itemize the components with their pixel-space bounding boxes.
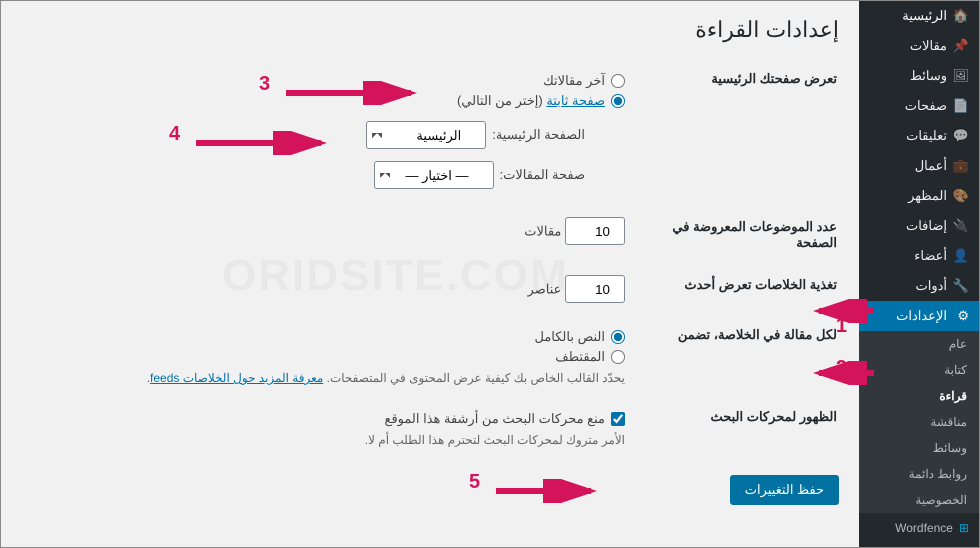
feed-items-input[interactable] [565,275,625,303]
wrench-icon: 🔧 [953,278,969,294]
feed-items-label: تغذية الخلاصات تعرض أحدث [637,265,837,313]
menu-label: إضافات [906,218,947,234]
sub-discussion[interactable]: مناقشة [859,409,979,435]
menu-posts[interactable]: 📌 مقالات [859,31,979,61]
postspage-select[interactable]: — اختيار — [374,161,494,189]
admin-sidebar: 🏠 الرئيسية 📌 مقالات 🖼 وسائط 📄 صفحات 💬 تعليقات… [859,1,979,547]
radio-summary-label: المقتطف [555,349,605,365]
save-button[interactable]: حفظ التغييرات [730,475,839,505]
menu-label: وسائط [910,68,947,84]
seo-discourage-checkbox[interactable] [611,412,625,426]
static-suffix: (إختر من التالي) [457,93,546,108]
settings-submenu: عام كتابة قراءة مناقشة وسائط روابط دائمة… [859,331,979,513]
radio-latest-label: آخر مقالاتك [543,73,605,89]
menu-label: تعليقات [906,128,947,144]
radio-latest-posts[interactable] [611,74,625,88]
menu-label: أعمال [915,158,947,174]
menu-label: الرئيسية [902,8,947,24]
sub-reading[interactable]: قراءة [859,383,979,409]
posts-per-page-input[interactable] [565,217,625,245]
feed-description: يحدّد القالب الخاص بك كيفية عرض المحتوى … [33,371,625,385]
menu-plugins[interactable]: 🔌 إضافات [859,211,979,241]
seo-checkbox-label: منع محركات البحث من أرشفة هذا الموقع [385,411,605,427]
radio-summary[interactable] [611,350,625,364]
posts-per-page-label: عدد الموضوعات المعروضة في الصفحة [637,207,837,263]
menu-label: أدوات [915,278,947,294]
page-icon: 📄 [953,98,969,114]
gear-icon: ⚙ [953,308,969,324]
menu-dashboard[interactable]: 🏠 الرئيسية [859,1,979,31]
page-title: إعدادات القراءة [21,17,839,43]
static-link[interactable]: صفحة ثابتة [546,93,605,108]
dashboard-icon: 🏠 [953,8,969,24]
menu-appearance[interactable]: 🎨 المظهر [859,181,979,211]
menu-label: أعضاء [914,248,947,264]
sub-general[interactable]: عام [859,331,979,357]
briefcase-icon: 💼 [953,158,969,174]
menu-label: مقالات [910,38,947,54]
plugin-icon: 🔌 [953,218,969,234]
radio-static-label: صفحة ثابتة (إختر من التالي) [457,93,605,109]
user-icon: 👤 [953,248,969,264]
unit-label: عناصر [528,282,562,297]
homepage-select-label: الصفحة الرئيسية: [492,127,585,143]
menu-users[interactable]: 👤 أعضاء [859,241,979,271]
homepage-displays-label: تعرض صفحتك الرئيسية [637,59,837,205]
menu-media[interactable]: 🖼 وسائط [859,61,979,91]
sub-writing[interactable]: كتابة [859,357,979,383]
media-icon: 🖼 [953,68,969,84]
postspage-select-label: صفحة المقالات: [500,167,585,183]
menu-works[interactable]: 💼 أعمال [859,151,979,181]
sub-permalinks[interactable]: روابط دائمة [859,461,979,487]
sub-media[interactable]: وسائط [859,435,979,461]
menu-tools[interactable]: 🔧 أدوات [859,271,979,301]
seo-description: الأمر متروك لمحركات البحث لتحترم هذا الط… [33,433,625,447]
wordfence-icon: ⊞ [959,521,969,535]
sub-privacy[interactable]: الخصوصية [859,487,979,513]
radio-static-page[interactable] [611,94,625,108]
content-area: ORIDSITE.COM إعدادات القراءة تعرض صفحتك … [1,1,859,547]
feeds-link[interactable]: معرفة المزيد حول الخلاصات feeds [150,371,323,385]
pin-icon: 📌 [953,38,969,54]
menu-wordfence[interactable]: ⊞ Wordfence [859,513,979,543]
menu-label: صفحات [905,98,947,114]
feed-content-label: لكل مقالة في الخلاصة، تضمن [637,315,837,395]
homepage-select[interactable]: الرئيسية [366,121,486,149]
unit-label: مقالات [524,224,561,239]
menu-label: المظهر [908,188,947,204]
menu-comments[interactable]: 💬 تعليقات [859,121,979,151]
menu-settings[interactable]: ⚙ الإعدادات [859,301,979,331]
comment-icon: 💬 [953,128,969,144]
radio-full-label: النص بالكامل [534,329,605,345]
menu-label: الإعدادات [896,308,947,324]
menu-pages[interactable]: 📄 صفحات [859,91,979,121]
brush-icon: 🎨 [953,188,969,204]
seo-visibility-label: الظهور لمحركات البحث [637,397,837,457]
radio-full-text[interactable] [611,330,625,344]
menu-label: Wordfence [895,521,953,535]
